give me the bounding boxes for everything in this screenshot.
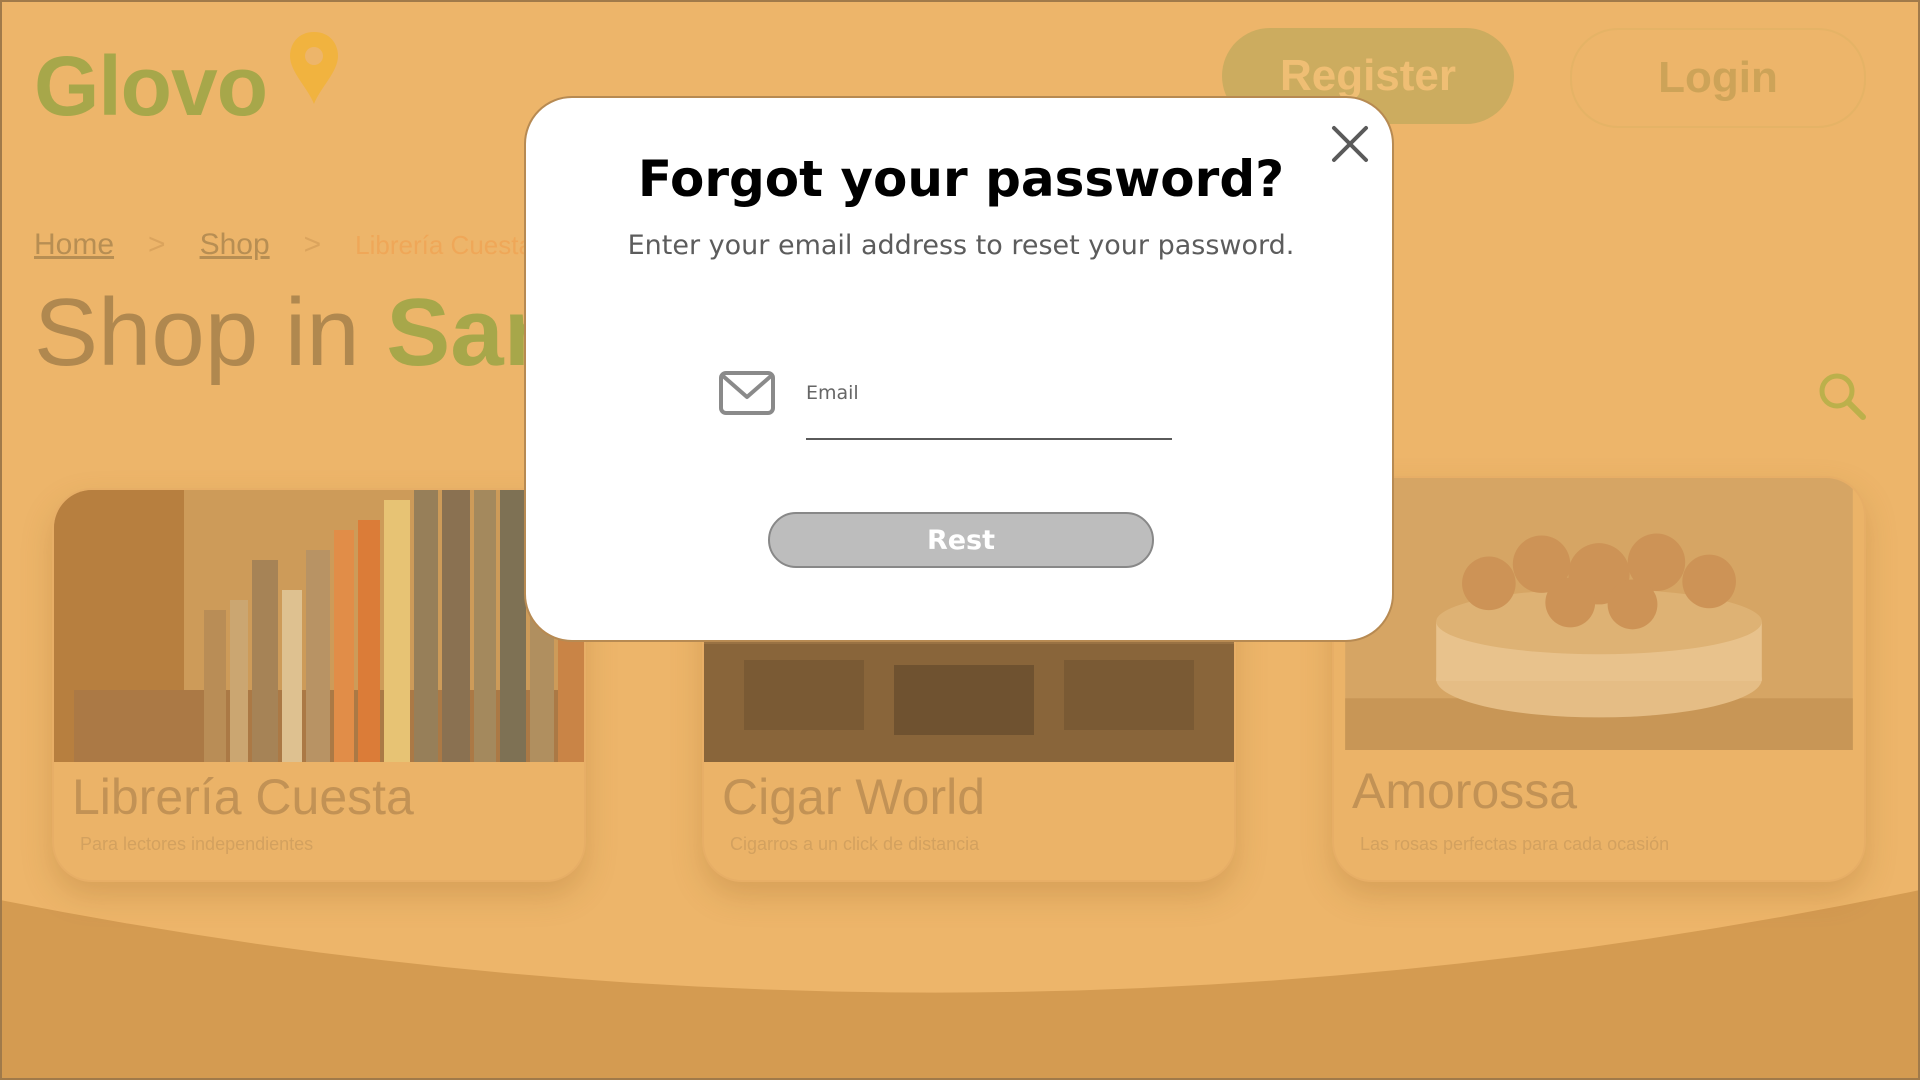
card-title: Amorossa [1352, 763, 1578, 819]
card-subtitle: Las rosas perfectas para cada ocasión [1360, 834, 1670, 854]
shop-card-libreria[interactable]: Librería Cuesta Para lectores independie… [52, 488, 586, 882]
reset-password-button[interactable]: Rest [768, 512, 1154, 568]
breadcrumb: Home > Shop > Librería Cuesta [34, 228, 533, 262]
email-label: Email [806, 382, 859, 404]
bookshelf-image [54, 490, 584, 762]
page-title: Shop in San [34, 278, 562, 388]
glovo-logo[interactable]: Glovo [34, 30, 354, 140]
breadcrumb-current: Librería Cuesta [355, 229, 533, 260]
card-subtitle: Cigarros a un click de distancia [730, 834, 980, 854]
page: Glovo Register Login Home > Shop > Libre… [0, 0, 1920, 1080]
bottom-wave [0, 890, 1920, 1080]
search-icon[interactable] [1816, 370, 1868, 422]
location-pin-icon [290, 32, 338, 104]
modal-subtitle: Enter your email address to reset your p… [627, 230, 1295, 261]
breadcrumb-home-link[interactable]: Home [34, 228, 114, 262]
email-field[interactable] [806, 406, 1172, 440]
roses-box-image [1345, 478, 1853, 750]
breadcrumb-separator: > [303, 228, 322, 261]
login-button[interactable]: Login [1570, 28, 1866, 128]
breadcrumb-separator: > [148, 228, 166, 261]
card-title: Cigar World [722, 769, 986, 825]
modal-title: Forgot your password? [637, 150, 1285, 208]
page-title-prefix: Shop in [34, 279, 387, 386]
card-subtitle: Para lectores independientes [80, 834, 314, 854]
forgot-password-modal: Forgot your password? Enter your email a… [524, 96, 1394, 642]
logo-text: Glovo [34, 39, 268, 133]
envelope-icon [719, 371, 775, 415]
card-title: Librería Cuesta [72, 769, 414, 825]
breadcrumb-shop-link[interactable]: Shop [200, 228, 270, 262]
shop-card-amorossa[interactable]: Amorossa Las rosas perfectas para cada o… [1332, 476, 1866, 882]
